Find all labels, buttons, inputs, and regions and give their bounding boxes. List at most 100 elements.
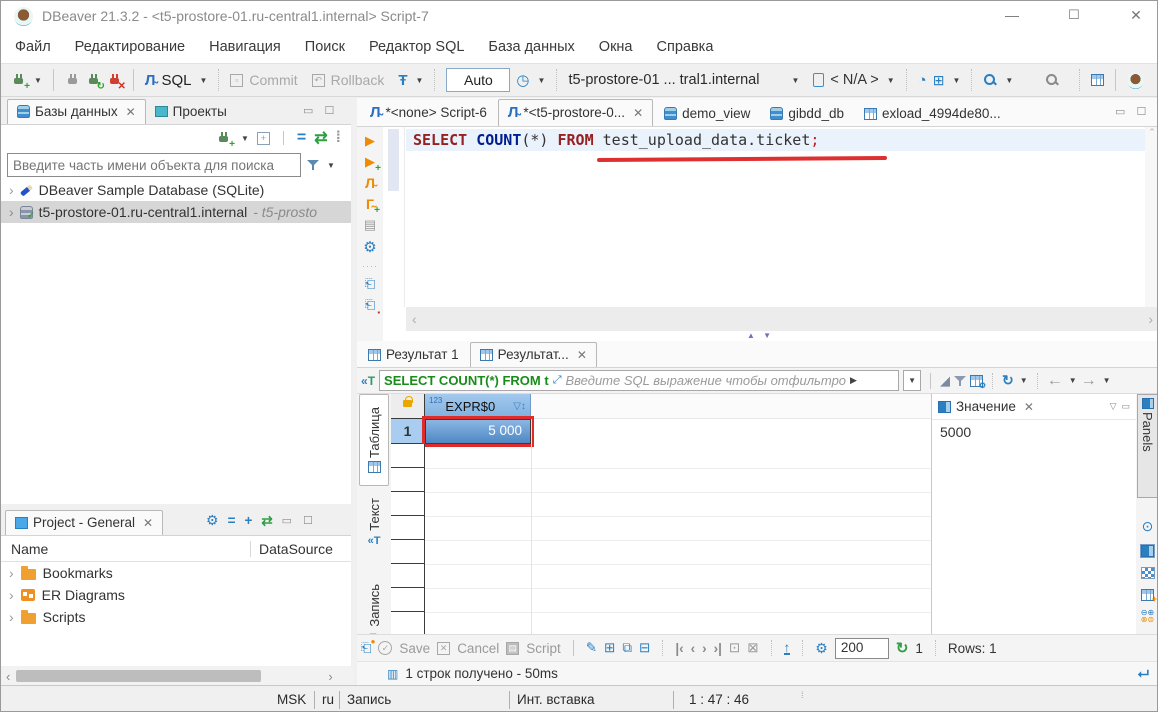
schema-selector-dropdown[interactable]: ▼: [887, 76, 895, 85]
open-table-icon[interactable]: [1091, 74, 1104, 86]
value-panel-tab-label[interactable]: Значение: [956, 399, 1016, 414]
grid-column-header[interactable]: 123 EXPR$0 ▽↕: [425, 394, 531, 419]
transaction-log-dropdown[interactable]: ▼: [538, 76, 546, 85]
quick-search-icon[interactable]: [1045, 73, 1059, 87]
menu-edit[interactable]: Редактирование: [75, 39, 185, 55]
expand-chevron-icon[interactable]: ›: [9, 182, 14, 198]
editor-horizontal-scrollbar[interactable]: ‹ ›: [406, 307, 1158, 331]
splitter-toggle-arrows[interactable]: ▲ ▼: [747, 331, 774, 340]
project-expand-icon[interactable]: +: [244, 513, 252, 528]
commit-button[interactable]: Commit: [249, 72, 297, 88]
tab-script-7-close-icon[interactable]: ✕: [633, 106, 643, 120]
result-settings-gear-icon[interactable]: ⚙: [815, 640, 828, 657]
close-window-button[interactable]: ✕: [1113, 7, 1158, 24]
grid-cell-expr0[interactable]: 5 000: [425, 419, 531, 444]
panels-toggle[interactable]: Panels: [1137, 394, 1158, 498]
nav-forward-icon[interactable]: →: [1081, 372, 1097, 390]
network-icon[interactable]: ⊞: [933, 72, 945, 89]
project-minimize-icon[interactable]: ▭ ☐: [282, 514, 317, 527]
scroll-left-icon[interactable]: ‹: [412, 311, 417, 327]
metadata-panel-icon[interactable]: [1141, 567, 1155, 579]
grouping-panel-icon[interactable]: ⊙: [1142, 518, 1154, 535]
tab-script-7-active[interactable]: Л̴ *<t5-prostore-0... ✕: [498, 99, 653, 126]
nav-forward-dropdown[interactable]: ▼: [1103, 376, 1111, 385]
navigator-minimize-icon[interactable]: ▭ ☐: [303, 104, 338, 117]
execute-script-icon[interactable]: Л̴: [365, 175, 375, 191]
tab-script-6[interactable]: Л̴ *<none> Script-6: [361, 100, 496, 126]
cancel-button[interactable]: Cancel: [457, 641, 499, 656]
filter-input-box[interactable]: SELECT COUNT(*) FROM t ⤢ Введите SQL выр…: [379, 370, 899, 391]
value-panel-menu-icon[interactable]: ▽ ▭: [1110, 401, 1136, 412]
project-horizontal-scrollbar[interactable]: ‹ ›: [1, 666, 354, 686]
side-tab-text[interactable]: Текст «T: [359, 498, 389, 572]
project-link-icon[interactable]: ⇄: [261, 513, 272, 529]
maximize-window-button[interactable]: ☐: [1051, 7, 1097, 23]
network-dropdown[interactable]: ▼: [952, 76, 960, 85]
refresh-dropdown[interactable]: ▼: [1020, 376, 1028, 385]
rollback-button[interactable]: Rollback: [331, 72, 385, 88]
filter-history-dropdown[interactable]: ▼: [903, 370, 921, 391]
erase-filter-icon[interactable]: ◢: [940, 373, 950, 389]
connect-icon[interactable]: [65, 73, 80, 88]
next-row-icon[interactable]: ›: [702, 641, 707, 656]
tree-item-sample-db[interactable]: › DBeaver Sample Database (SQLite): [1, 179, 351, 201]
nav-back-dropdown[interactable]: ▼: [1069, 376, 1077, 385]
auto-refresh-icon[interactable]: ↻: [896, 639, 909, 657]
tab-databases[interactable]: Базы данных ✕: [7, 99, 146, 124]
save-button[interactable]: Save: [399, 641, 430, 656]
column-filter-sort-icon[interactable]: ▽↕: [513, 401, 526, 412]
expand-filter-icon[interactable]: ⤢: [553, 374, 562, 387]
new-connection-dropdown[interactable]: ▼: [34, 76, 42, 85]
object-search-input[interactable]: [7, 153, 301, 177]
script-button[interactable]: Script: [526, 641, 561, 656]
export-data-icon[interactable]: ↑: [784, 642, 791, 655]
tab-gibdd-db[interactable]: gibdd_db: [761, 102, 853, 126]
execute-statement-icon[interactable]: ▶: [365, 133, 375, 149]
column-header-name[interactable]: Name: [1, 541, 251, 557]
search-metadata-icon[interactable]: [983, 73, 997, 87]
refresh-results-icon[interactable]: ↻: [1002, 372, 1014, 389]
reconnect-icon[interactable]: ↻: [86, 73, 101, 88]
expand-chevron-icon[interactable]: ›: [9, 204, 14, 220]
scroll-right-icon[interactable]: ›: [1148, 311, 1153, 327]
dashboard-icon[interactable]: ◔: [918, 72, 927, 89]
editor-vertical-scrollbar[interactable]: ⌃: [1145, 127, 1158, 307]
column-header-datasource[interactable]: DataSource: [251, 541, 333, 557]
project-item-scripts[interactable]: › Scripts: [1, 606, 351, 628]
collapse-all-icon[interactable]: =: [297, 129, 306, 147]
nav-back-icon[interactable]: ←: [1047, 372, 1063, 390]
sql-button-label[interactable]: SQL: [161, 72, 191, 89]
tab-project-general[interactable]: Project - General ✕: [5, 510, 163, 535]
editor-settings-gear-icon[interactable]: ⚙: [363, 238, 376, 256]
menu-navigate[interactable]: Навигация: [209, 39, 281, 55]
aggregate-panel-icon[interactable]: ⊖⊕⊗⊜: [1141, 609, 1154, 623]
connection-selector-dropdown[interactable]: ▼: [791, 76, 799, 85]
references-panel-icon[interactable]: +: [1141, 589, 1154, 601]
navigator-new-connection-icon[interactable]: +: [216, 131, 231, 146]
fetch-size-input[interactable]: 200: [835, 638, 889, 659]
minimize-window-button[interactable]: —: [989, 7, 1035, 23]
edit-cell-icon[interactable]: ✎: [586, 640, 597, 656]
side-tab-grid-active[interactable]: Таблица: [359, 394, 389, 486]
new-connection-icon[interactable]: +: [11, 73, 26, 88]
fetch-page-icon[interactable]: ⊡: [729, 640, 740, 656]
schema-selector[interactable]: < N/A >: [830, 72, 878, 88]
scroll-left-icon[interactable]: ‹: [6, 669, 10, 684]
project-settings-gear-icon[interactable]: ⚙: [206, 512, 219, 529]
tab-projects[interactable]: Проекты: [146, 100, 236, 124]
duplicate-row-icon[interactable]: ⧉: [622, 640, 632, 656]
insert-mode-label[interactable]: Инт. вставка: [517, 692, 595, 707]
editor-minimize-icon[interactable]: ▭ ☐: [1115, 105, 1150, 118]
execute-new-tab-icon[interactable]: ▶+: [365, 154, 375, 170]
tab-result-2-close-icon[interactable]: ✕: [577, 348, 587, 362]
link-editor-icon[interactable]: ⇄: [314, 128, 327, 148]
add-row-icon[interactable]: ⊞: [604, 640, 615, 656]
prev-row-icon[interactable]: ‹: [691, 641, 696, 656]
connection-selector[interactable]: t5-prostore-01 ... tral1.internal: [568, 72, 783, 88]
dbeaver-community-icon[interactable]: [1127, 72, 1144, 89]
tab-databases-close-icon[interactable]: ✕: [126, 105, 136, 119]
navigator-new-connection-dropdown[interactable]: ▼: [241, 134, 249, 143]
export-result-icon[interactable]: ⎗: [365, 276, 375, 292]
open-editor-icon[interactable]: ⎗●: [361, 640, 371, 656]
grid-corner-cell[interactable]: [391, 394, 425, 419]
